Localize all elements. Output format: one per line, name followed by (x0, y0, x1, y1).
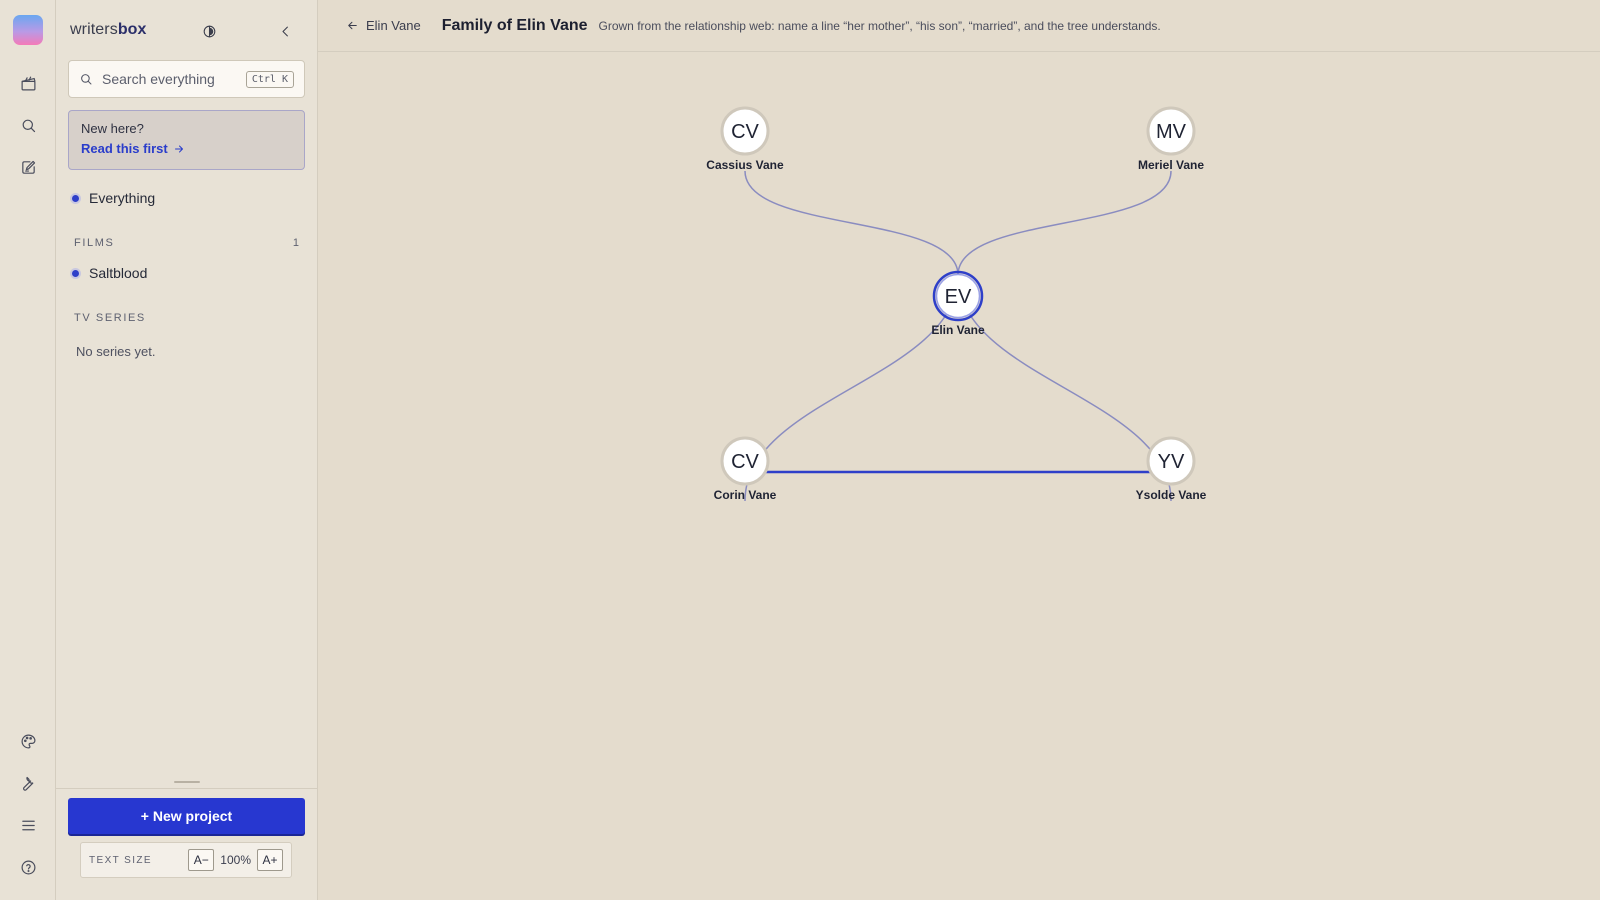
icon-rail (0, 0, 56, 900)
back-link-label: Elin Vane (366, 18, 421, 33)
series-empty-note: No series yet. (76, 344, 156, 359)
help-icon[interactable] (14, 853, 42, 881)
nav-item-label: Everything (89, 190, 156, 206)
search-box[interactable]: Ctrl K (68, 60, 305, 98)
clapperboard-icon[interactable] (14, 69, 42, 97)
person-name: Meriel Vane (1138, 158, 1204, 172)
menu-icon[interactable] (14, 811, 42, 839)
arrow-left-icon (348, 21, 357, 30)
new-project-button[interactable]: + New project (68, 798, 305, 834)
nav-item-everything[interactable]: Everything (72, 190, 155, 206)
films-section-header: FILMS (74, 237, 115, 249)
family-tree: CV Cassius Vane MV Meriel Vane EV Elin Vane CV… (706, 106, 1207, 502)
collapse-sidebar-icon[interactable] (276, 22, 294, 40)
increase-text-size-button[interactable]: A+ (257, 849, 283, 871)
page-header: Elin Vane Family of Elin Vane Grown from… (318, 0, 1600, 52)
child-edge (957, 274, 1172, 502)
nav-item-label: Saltblood (89, 265, 148, 281)
avatar-initials: CV (731, 121, 759, 143)
decrease-text-size-button[interactable]: A− (188, 849, 215, 871)
avatar-initials: CV (731, 451, 759, 473)
films-count: 1 (292, 237, 299, 249)
person-name: Cassius Vane (706, 158, 784, 172)
person-name: Elin Vane (931, 323, 985, 337)
avatar-initials: MV (1156, 121, 1187, 143)
person-name: Ysolde Vane (1136, 488, 1207, 502)
intro-link-label: Read this first (81, 141, 168, 156)
back-link[interactable]: Elin Vane (346, 18, 421, 33)
text-size-label: TEXT SIZE (89, 854, 152, 866)
search-icon (81, 74, 92, 85)
search-icon[interactable] (14, 111, 42, 139)
person-name: Corin Vane (714, 488, 777, 502)
resize-handle[interactable] (174, 781, 200, 783)
child-edge (744, 274, 959, 502)
person-node-elin[interactable]: EV Elin Vane (931, 270, 985, 337)
intro-question: New here? (81, 121, 144, 136)
shortcut-badge: Ctrl K (245, 70, 294, 88)
search-input[interactable] (102, 71, 246, 87)
divider (56, 788, 318, 789)
arrow-right-icon (174, 145, 183, 152)
bullet-icon (72, 269, 79, 277)
brand-prefix: writers (70, 21, 118, 38)
parent-edge (744, 170, 959, 276)
wrench-icon[interactable] (14, 769, 42, 797)
text-size-value: 100% (220, 853, 251, 867)
tv-series-section-header: TV SERIES (74, 312, 146, 324)
app-logo[interactable] (13, 15, 43, 45)
person-node-ysolde[interactable]: YV Ysolde Vane (1136, 436, 1207, 502)
nav-item-saltblood[interactable]: Saltblood (72, 265, 147, 281)
read-this-first-link[interactable]: Read this first (81, 141, 292, 156)
brand-logo[interactable]: writersbox (70, 21, 147, 39)
intro-card: New here? Read this first (68, 110, 305, 170)
person-node-cassius[interactable]: CV Cassius Vane (706, 106, 784, 172)
sidebar: writersbox Ctrl K New here? Read this fi… (56, 0, 318, 900)
page-subtitle: Grown from the relationship web: name a … (598, 18, 1161, 33)
brand-suffix: box (117, 21, 147, 38)
theme-toggle-icon[interactable] (200, 22, 218, 40)
parent-edge (957, 170, 1172, 276)
bullet-icon (72, 194, 79, 202)
avatar-initials: EV (945, 286, 972, 308)
person-node-meriel[interactable]: MV Meriel Vane (1138, 106, 1204, 172)
edit-note-icon[interactable] (14, 153, 42, 181)
text-size-control: TEXT SIZE A− 100% A+ (80, 842, 292, 878)
palette-icon[interactable] (14, 727, 42, 755)
family-tree-canvas[interactable]: CV Cassius Vane MV Meriel Vane EV Elin Vane CV… (318, 52, 1600, 900)
avatar-initials: YV (1158, 451, 1185, 473)
page-title: Family of Elin Vane (441, 16, 588, 34)
